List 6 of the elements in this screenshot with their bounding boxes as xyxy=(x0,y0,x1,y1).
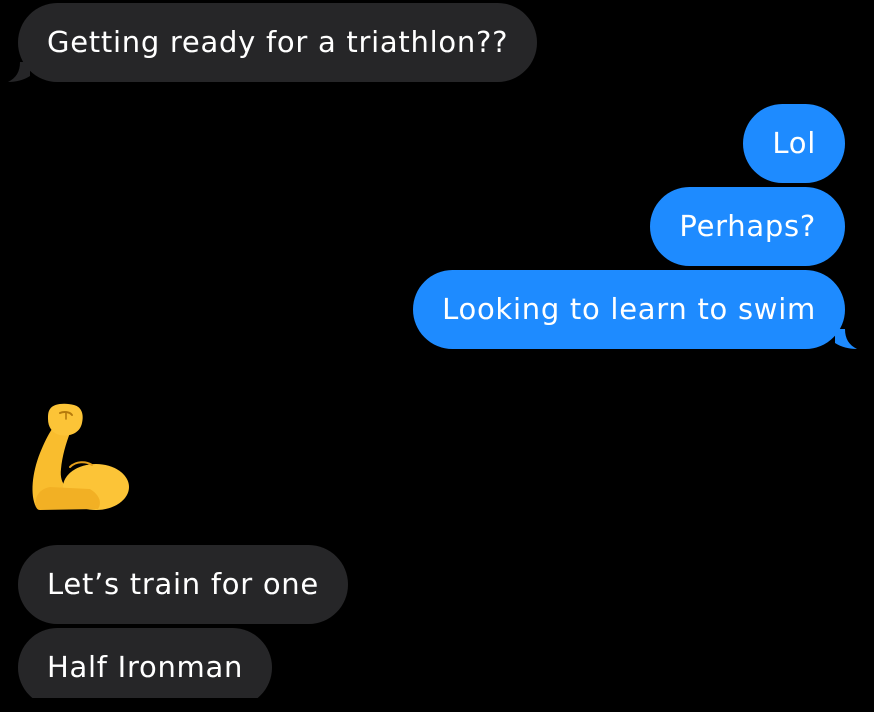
message-bubble: Perhaps? xyxy=(650,187,845,266)
message-bubble: Looking to learn to swim xyxy=(413,270,845,349)
message-bubble: Getting ready for a triathlon?? xyxy=(18,3,538,82)
message-bubble: Lol xyxy=(743,104,845,183)
message-bubble: Half Ironman xyxy=(18,628,272,698)
message-bubble: Let’s train for one xyxy=(18,545,348,624)
